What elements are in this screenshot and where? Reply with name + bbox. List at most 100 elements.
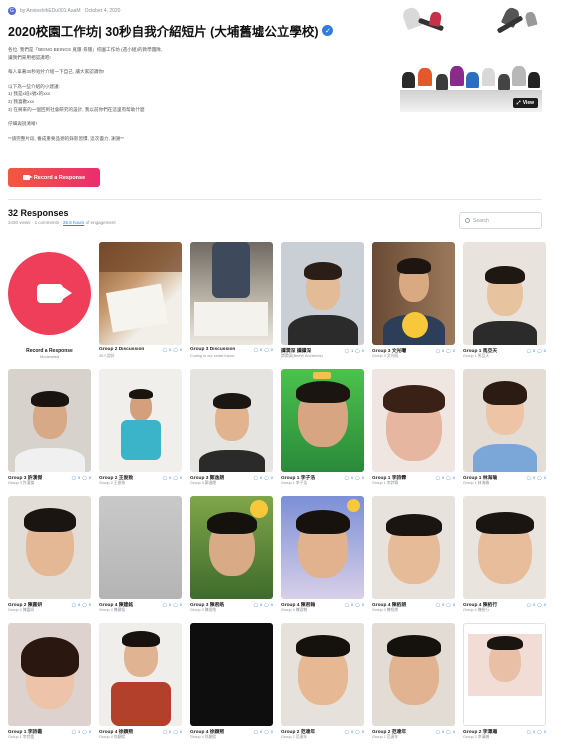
response-card[interactable]: Group 3 文光曦 ◯ 0 ◯ 0 Group 3 文光曦 bbox=[372, 242, 455, 364]
response-card[interactable]: Group 3 陳君皓 ◯ 0 ◯ 0 Group 3 陳君皓 bbox=[190, 496, 273, 618]
response-card[interactable]: Group 4 陳栢朗 ◯ 0 ◯ 0 Group 4 陳栢朗 bbox=[372, 496, 455, 618]
record-response-tile[interactable]: Record a Response Moderated bbox=[8, 242, 91, 364]
response-title: Group 4 陳君翰 bbox=[281, 603, 316, 608]
comment-icon: ◯ bbox=[82, 602, 87, 607]
response-author: Group 3 陳君皓 bbox=[190, 608, 217, 612]
response-author: Group 2 范達年 bbox=[281, 735, 308, 739]
response-thumbnail[interactable] bbox=[190, 369, 273, 472]
views-icon: ◯ bbox=[162, 729, 168, 734]
response-thumbnail[interactable] bbox=[281, 369, 364, 472]
response-card[interactable]: Group 2 李澤瀚 ◯ 0 ◯ 0 Group 2 李澤瀚 bbox=[463, 623, 546, 745]
response-card[interactable]: Group 2 范達年 ◯ 0 ◯ 0 Group 2 范達年 bbox=[372, 623, 455, 745]
response-title: Group 4 徐穎熙 bbox=[99, 730, 134, 735]
response-thumbnail[interactable] bbox=[8, 623, 91, 726]
response-card[interactable]: Group 3 Discussion ◯ 0 ◯ 0 Coding to our sm… bbox=[190, 242, 273, 364]
comment-icon: ◯ bbox=[355, 602, 360, 607]
view-button[interactable]: ⤢ View bbox=[512, 98, 538, 108]
response-card[interactable]: Group 2 范達年 ◯ 0 ◯ 0 Group 2 范達年 bbox=[281, 623, 364, 745]
response-card[interactable]: Group 4 徐穎熙 ◯ 0 ◯ 0 Group 4 徐穎熙 bbox=[190, 623, 273, 745]
video-camera-icon bbox=[36, 284, 72, 303]
response-stats: ◯ 0 ◯ 0 bbox=[436, 602, 455, 607]
responses-count: 32 Responses bbox=[8, 208, 69, 218]
response-card[interactable]: Group 4 陳建銘 ◯ 0 ◯ 0 Group 4 陳建銘 bbox=[99, 496, 182, 618]
comments-count: 0 bbox=[452, 602, 455, 607]
comments-count: 0 bbox=[543, 729, 546, 734]
response-title: Group 2 范達年 bbox=[372, 730, 407, 735]
description-line: 讓我們來用相認識吧! bbox=[8, 54, 51, 60]
comments-count: 0 bbox=[88, 475, 91, 480]
response-stats: ◯ 0 ◯ 0 bbox=[163, 602, 182, 607]
info-badge-icon[interactable]: ✓ bbox=[322, 25, 334, 36]
comment-icon: ◯ bbox=[446, 729, 451, 734]
response-stats: ◯ 0 ◯ 0 bbox=[527, 475, 546, 480]
response-card[interactable]: Group 4 陳君翰 ◯ 0 ◯ 0 Group 4 陳君翰 bbox=[281, 496, 364, 618]
response-card[interactable]: Group 2 王俊致 ◯ 0 ◯ 0 Group 2 王俊致 bbox=[99, 369, 182, 491]
views-icon: ◯ bbox=[253, 347, 259, 352]
response-stats: ◯ 0 ◯ 0 bbox=[72, 475, 91, 480]
response-thumbnail[interactable] bbox=[99, 242, 182, 345]
response-thumbnail[interactable] bbox=[8, 369, 91, 472]
response-author: Group 3 許漢傑 bbox=[8, 481, 35, 485]
comments-count: 0 bbox=[179, 729, 182, 734]
response-title: Group 4 徐穎熙 bbox=[190, 730, 225, 735]
response-card[interactable]: Group 3 許漢傑 ◯ 0 ◯ 0 Group 3 許漢傑 bbox=[8, 369, 91, 491]
response-thumbnail[interactable] bbox=[463, 496, 546, 599]
response-thumbnail[interactable] bbox=[281, 623, 364, 726]
views-count: 0 bbox=[533, 729, 536, 734]
response-stats: ◯ 0 ◯ 0 bbox=[436, 348, 455, 353]
response-author: Group 4 陳栢朗 bbox=[372, 608, 399, 612]
views-icon: ◯ bbox=[162, 475, 168, 480]
response-thumbnail[interactable] bbox=[281, 496, 364, 599]
record-circle[interactable] bbox=[8, 252, 91, 335]
response-thumbnail[interactable] bbox=[463, 369, 546, 472]
response-thumbnail[interactable] bbox=[190, 242, 273, 345]
comment-icon: ◯ bbox=[264, 602, 269, 607]
response-thumbnail[interactable] bbox=[8, 496, 91, 599]
author-avatar[interactable]: G bbox=[8, 6, 16, 15]
response-card[interactable]: Group 4 徐穎熙 ◯ 0 ◯ 0 Group 4 徐穎熙 bbox=[99, 623, 182, 745]
response-card[interactable]: Group 1 李詩霖 ◯ 0 ◯ 0 Group 1 李詩霖 bbox=[372, 369, 455, 491]
response-thumbnail[interactable] bbox=[372, 496, 455, 599]
response-card[interactable]: Group 1 李詩霞 ◯ 1 ◯ 0 Group 1 李詩霞 bbox=[8, 623, 91, 745]
response-thumbnail[interactable] bbox=[99, 496, 182, 599]
views-icon: ◯ bbox=[253, 475, 259, 480]
search-placeholder: Search bbox=[473, 217, 489, 224]
prompt-cover-image[interactable]: ⤢ View bbox=[400, 6, 542, 112]
response-stats: ◯ 0 ◯ 0 bbox=[254, 602, 273, 607]
response-card[interactable]: Group 2 陳嘉妍 ◯ 0 ◯ 0 Group 2 陳嘉妍 bbox=[8, 496, 91, 618]
response-thumbnail[interactable] bbox=[99, 369, 182, 472]
response-card[interactable]: Group 1 李子浩 ◯ 0 ◯ 0 Group 1 李子浩 bbox=[281, 369, 364, 491]
views-icon: ◯ bbox=[435, 602, 441, 607]
response-thumbnail[interactable] bbox=[99, 623, 182, 726]
views-icon: ◯ bbox=[253, 729, 259, 734]
response-thumbnail[interactable] bbox=[190, 496, 273, 599]
response-card[interactable]: Group 2 Discussion ◯ 0 ◯ 0 30人說好 bbox=[99, 242, 182, 364]
response-card[interactable]: 譚潤深 譚譚深 ◯ 1 ◯ 0 譚潤深(BeeW Architects) bbox=[281, 242, 364, 364]
response-card[interactable]: Group 3 鄭逸朗 ◯ 0 ◯ 0 Group 3 鄭逸朗 bbox=[190, 369, 273, 491]
views-icon: ◯ bbox=[526, 729, 532, 734]
response-card[interactable]: Group 1 馬亞天 ◯ 0 ◯ 0 Group 1 馬亞天 bbox=[463, 242, 546, 364]
response-thumbnail[interactable] bbox=[281, 242, 364, 345]
views-count: 0 bbox=[442, 475, 445, 480]
expand-icon: ⤢ bbox=[516, 100, 521, 106]
response-thumbnail[interactable] bbox=[372, 242, 455, 345]
response-thumbnail[interactable] bbox=[463, 623, 546, 726]
response-card[interactable]: Group 1 林海瑜 ◯ 0 ◯ 0 Group 1 林海瑜 bbox=[463, 369, 546, 491]
comment-icon: ◯ bbox=[264, 475, 269, 480]
response-card[interactable]: Group 4 陳栢行 ◯ 0 ◯ 0 Group 4 陳栢行 bbox=[463, 496, 546, 618]
views-icon: ◯ bbox=[526, 475, 532, 480]
response-thumbnail[interactable] bbox=[463, 242, 546, 345]
views-count: 0 bbox=[260, 475, 263, 480]
response-stats: ◯ 0 ◯ 0 bbox=[163, 729, 182, 734]
prompt-description: 各位, 我們是「BEING BEINGS 覓隱·尋隱」校園工作坊 (週小組)的教… bbox=[8, 46, 398, 142]
engagement-hours[interactable]: 26.6 hours bbox=[63, 220, 84, 225]
views-count: 0 bbox=[169, 347, 172, 352]
author-name[interactable]: by AnnieshihEDu001 AaaM bbox=[20, 8, 81, 14]
response-thumbnail[interactable] bbox=[372, 369, 455, 472]
views-count: 0 bbox=[169, 475, 172, 480]
response-thumbnail[interactable] bbox=[190, 623, 273, 726]
cover-top-mics bbox=[400, 6, 542, 50]
search-responses-input[interactable]: Search bbox=[459, 212, 542, 229]
response-thumbnail[interactable] bbox=[372, 623, 455, 726]
record-response-button[interactable]: Record a Response bbox=[8, 168, 100, 187]
